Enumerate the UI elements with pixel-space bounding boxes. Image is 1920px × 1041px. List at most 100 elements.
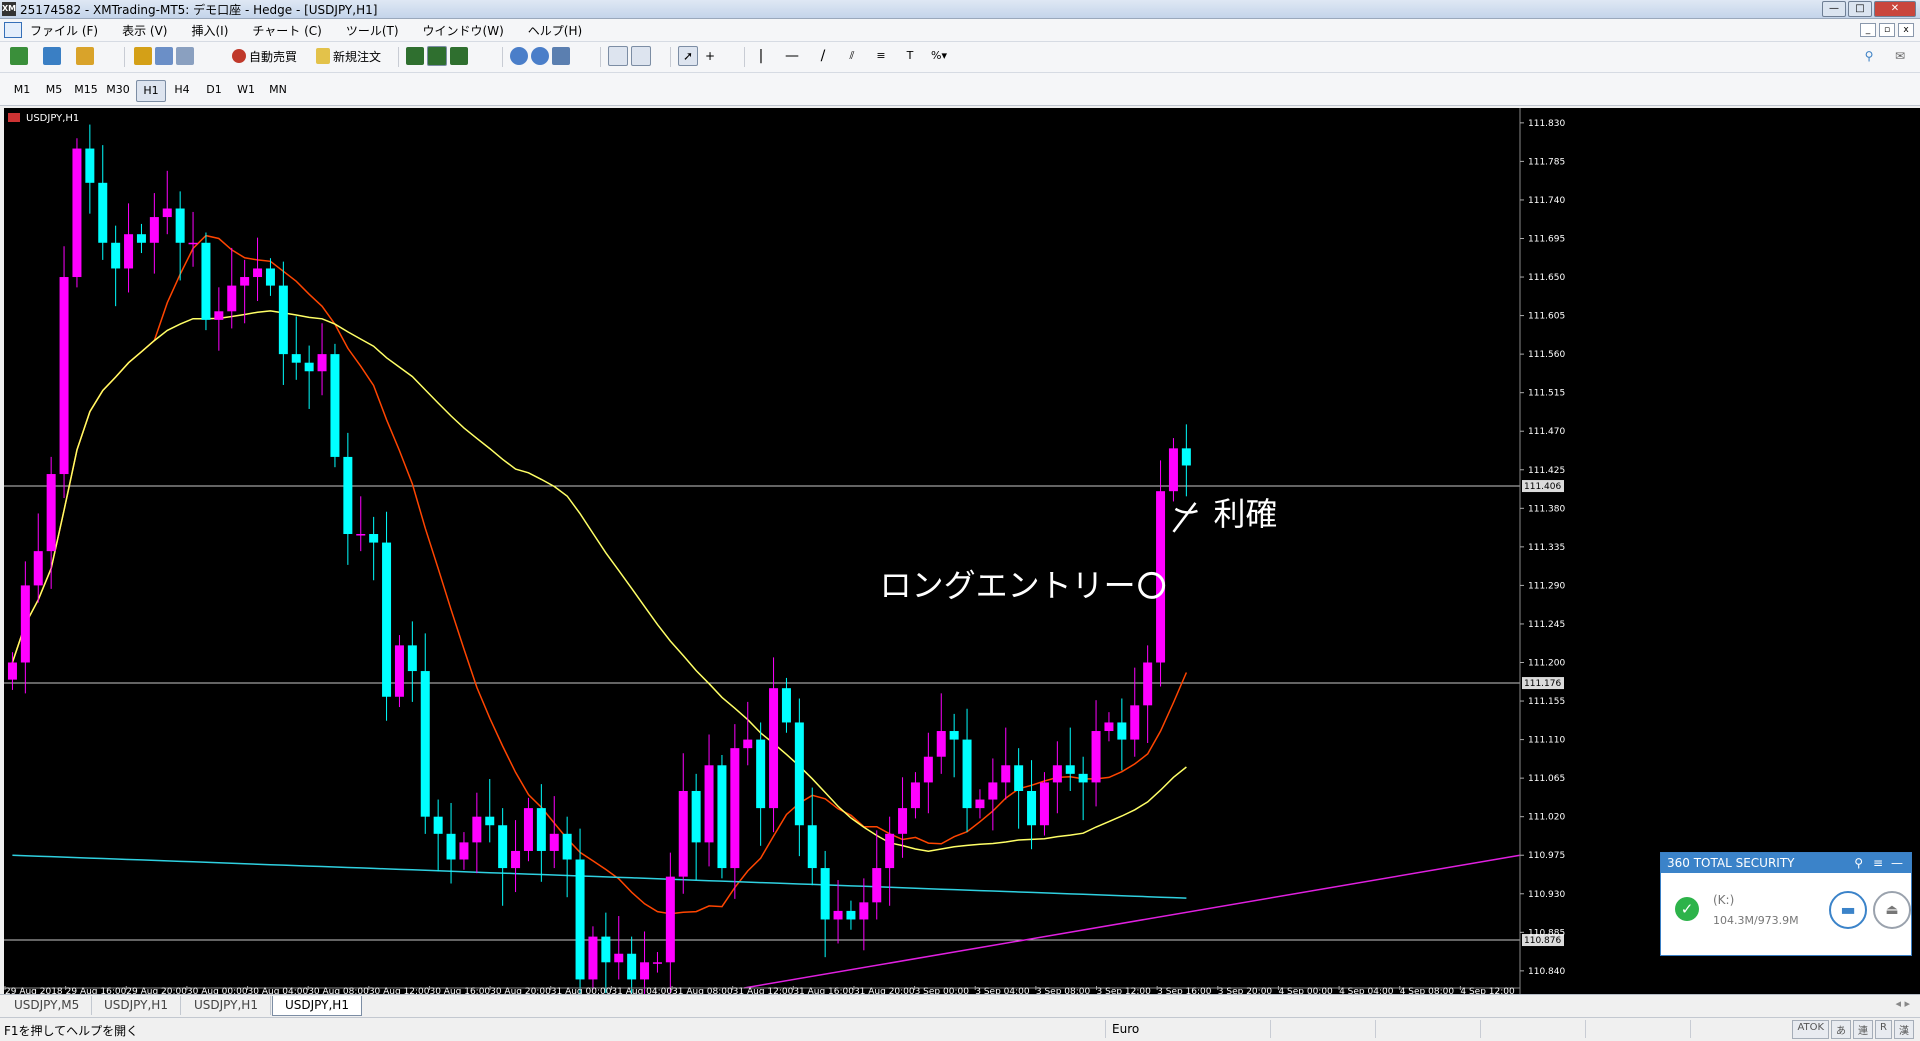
candlestick-icon[interactable]: [427, 46, 447, 66]
main-toolbar: 自動売買 新規注文 ➚ + | — / ⫽ ≡ T %▾ ⚲ ✉: [0, 42, 1920, 73]
time-tick-label: 30 Aug 12:00: [369, 987, 430, 994]
window-title: 25174582 - XMTrading-MT5: デモ口座 - Hedge -…: [20, 3, 378, 17]
time-tick-label: 3 Sep 00:00: [915, 987, 970, 994]
chart-window[interactable]: USDJPY,H1 111.406 111.176 110.876 111.830 1…: [4, 108, 1920, 1018]
candle-body: [227, 285, 237, 312]
ime-atok[interactable]: ATOK: [1792, 1020, 1830, 1039]
text-tool-icon[interactable]: T: [901, 47, 919, 65]
time-tick-label: 31 Aug 12:00: [733, 987, 794, 994]
time-tick-label: 30 Aug 08:00: [308, 987, 369, 994]
candle-body: [1052, 765, 1062, 783]
close-button[interactable]: ✕: [1874, 1, 1916, 17]
timeframe-m15[interactable]: M15: [72, 80, 100, 100]
maximize-button[interactable]: □: [1848, 1, 1872, 17]
fibonacci-icon[interactable]: ⫽: [843, 47, 861, 65]
cursor-icon[interactable]: ➚: [678, 46, 698, 66]
menu-view[interactable]: 表示 (V): [122, 22, 167, 39]
exit-annotation: 利確: [1213, 495, 1277, 533]
trendline-icon[interactable]: /: [814, 47, 832, 65]
candle-body: [614, 953, 624, 963]
menu-help[interactable]: ヘルプ(H): [528, 22, 582, 39]
horizontal-line-icon[interactable]: —: [783, 47, 801, 65]
crosshair-icon[interactable]: +: [701, 47, 719, 65]
candle-body: [910, 782, 920, 809]
ime-ren[interactable]: 連: [1853, 1020, 1874, 1039]
bar-chart-icon[interactable]: [406, 47, 424, 65]
chart-window-icon[interactable]: [4, 22, 22, 38]
price-tick-label: 111.740: [1528, 196, 1565, 206]
mdi-restore-button[interactable]: ▫: [1879, 23, 1895, 37]
tab-usdjpy-h1-active[interactable]: USDJPY,H1: [272, 996, 362, 1016]
security-popup: 360 TOTAL SECURITY ⚲ ≡ — ✓ (K:) 104.3M/9…: [1660, 852, 1912, 956]
chart-shift-icon[interactable]: [631, 46, 651, 66]
candle-body: [562, 833, 572, 860]
timeframe-h4[interactable]: H4: [168, 80, 196, 100]
ime-r[interactable]: R: [1875, 1020, 1892, 1039]
candle-body: [20, 585, 30, 663]
candle-body: [188, 242, 198, 245]
price-tick-label: 111.605: [1528, 312, 1565, 322]
price-tick-label: 111.245: [1528, 620, 1565, 630]
zoom-out-icon[interactable]: [531, 47, 549, 65]
menu-window[interactable]: ウインドウ(W): [423, 22, 504, 39]
new-chart-icon[interactable]: [10, 47, 28, 65]
signals-icon[interactable]: [176, 47, 194, 65]
shapes-dropdown-icon[interactable]: %▾: [930, 47, 948, 65]
timeframe-m5[interactable]: M5: [40, 80, 68, 100]
title-bar: XM 25174582 - XMTrading-MT5: デモ口座 - Hedg…: [0, 0, 1920, 19]
mdi-close-button[interactable]: x: [1898, 23, 1914, 37]
price-chart[interactable]: USDJPY,H1 111.406111.176110.876 111.8301…: [4, 108, 1920, 1018]
ime-kan[interactable]: 漢: [1894, 1020, 1914, 1039]
tab-scroll-arrows-icon[interactable]: ◂ ▸: [1895, 997, 1910, 1010]
zoom-in-icon[interactable]: [510, 47, 528, 65]
candle-body: [382, 542, 392, 697]
popup-menu-icon[interactable]: ≡: [1873, 853, 1883, 873]
channel-icon[interactable]: ≡: [872, 47, 890, 65]
candle-body: [588, 936, 598, 980]
candle-body: [936, 731, 946, 757]
market-watch-icon[interactable]: [76, 47, 94, 65]
app-logo: XM: [2, 2, 16, 16]
candle-body: [356, 534, 366, 536]
timeframe-h1[interactable]: H1: [136, 80, 166, 102]
vertical-line-icon[interactable]: |: [752, 47, 770, 65]
timeframe-mn[interactable]: MN: [264, 80, 292, 100]
tab-usdjpy-m5[interactable]: USDJPY,M5: [2, 996, 93, 1015]
chart-tabs: USDJPY,M5 USDJPY,H1 USDJPY,H1 USDJPY,H1 …: [0, 994, 1920, 1017]
timeframe-m1[interactable]: M1: [8, 80, 36, 100]
ime-kana[interactable]: あ: [1831, 1020, 1852, 1039]
tab-usdjpy-h1-2[interactable]: USDJPY,H1: [182, 996, 271, 1015]
menu-tools[interactable]: ツール(T): [346, 22, 399, 39]
menu-insert[interactable]: 挿入(I): [191, 22, 228, 39]
timeframe-d1[interactable]: D1: [200, 80, 228, 100]
open-folder-button[interactable]: ▬: [1829, 891, 1867, 929]
popup-minimize-icon[interactable]: —: [1891, 853, 1903, 873]
time-tick-label: 29 Aug 20:00: [126, 987, 187, 994]
candle-body: [536, 808, 546, 851]
data-window-icon[interactable]: [155, 47, 173, 65]
time-tick-label: 30 Aug 20:00: [490, 987, 551, 994]
candle-body: [446, 833, 456, 860]
horizontal-line-price-label: 111.176: [1524, 679, 1561, 689]
search-icon[interactable]: ⚲: [1860, 47, 1878, 65]
navigator-icon[interactable]: [134, 47, 152, 65]
popup-search-icon[interactable]: ⚲: [1854, 853, 1863, 873]
auto-scroll-icon[interactable]: [608, 46, 628, 66]
candle-body: [304, 362, 314, 372]
chat-icon[interactable]: ✉: [1891, 47, 1909, 65]
menu-file[interactable]: ファイル (F): [30, 22, 98, 39]
mdi-minimize-button[interactable]: _: [1860, 23, 1876, 37]
menu-chart[interactable]: チャート (C): [252, 22, 321, 39]
timeframe-m30[interactable]: M30: [104, 80, 132, 100]
eject-button[interactable]: ⏏: [1873, 891, 1911, 929]
timeframe-w1[interactable]: W1: [232, 80, 260, 100]
menu-bar: ファイル (F) 表示 (V) 挿入(I) チャート (C) ツール(T) ウイ…: [0, 19, 1920, 42]
tab-usdjpy-h1-1[interactable]: USDJPY,H1: [92, 996, 181, 1015]
minimize-button[interactable]: —: [1822, 1, 1846, 17]
line-chart-icon[interactable]: [450, 47, 468, 65]
new-order-button[interactable]: 新規注文: [316, 46, 381, 66]
profiles-icon[interactable]: [43, 47, 61, 65]
auto-trading-button[interactable]: 自動売買: [232, 46, 297, 66]
tile-windows-icon[interactable]: [552, 47, 570, 65]
candle-body: [265, 268, 275, 286]
